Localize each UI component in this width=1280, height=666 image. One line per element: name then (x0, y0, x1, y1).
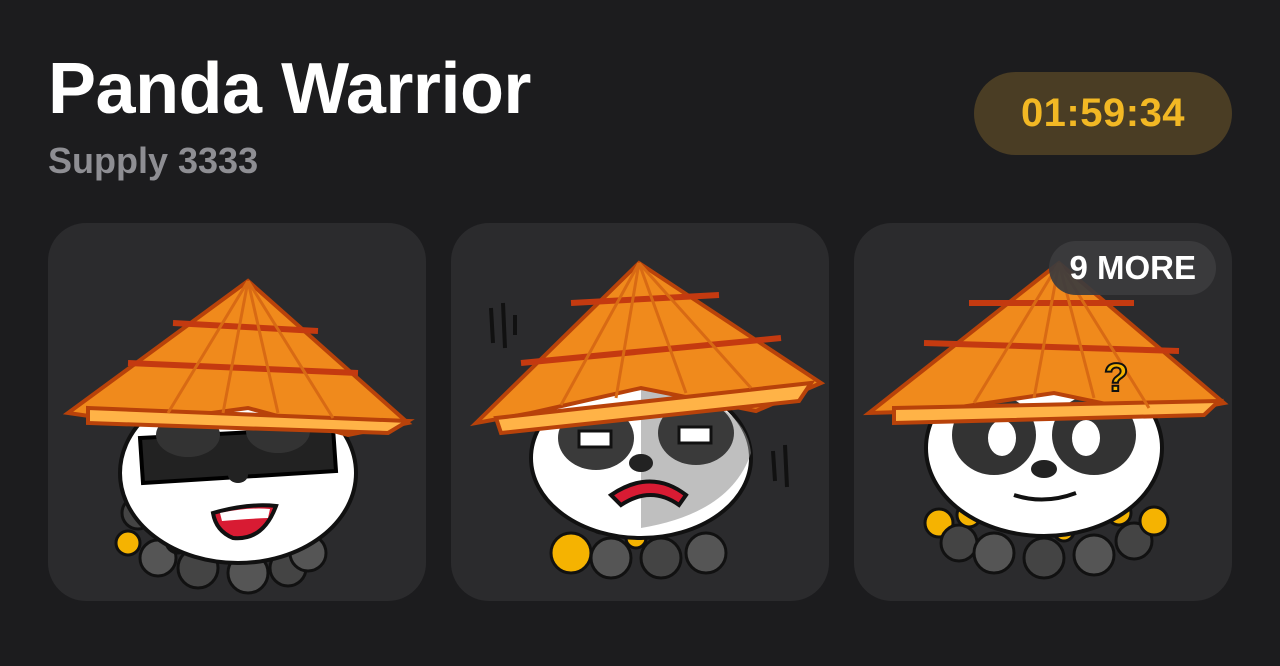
nft-card-1[interactable] (48, 223, 426, 601)
nft-card-3[interactable]: ? 9 MORE (854, 223, 1232, 601)
countdown-timer: 01:59:34 (974, 72, 1232, 155)
panda-grumpy-icon (469, 260, 826, 580)
collection-title: Panda Warrior (48, 49, 531, 129)
panda-sunglasses-icon (62, 278, 415, 595)
supply-label: Supply 3333 (48, 140, 259, 181)
nft-card-2[interactable] (451, 223, 829, 601)
more-items-badge[interactable]: 9 MORE (1049, 241, 1216, 295)
straw-hat (469, 260, 826, 436)
svg-text:?: ? (1104, 356, 1128, 400)
